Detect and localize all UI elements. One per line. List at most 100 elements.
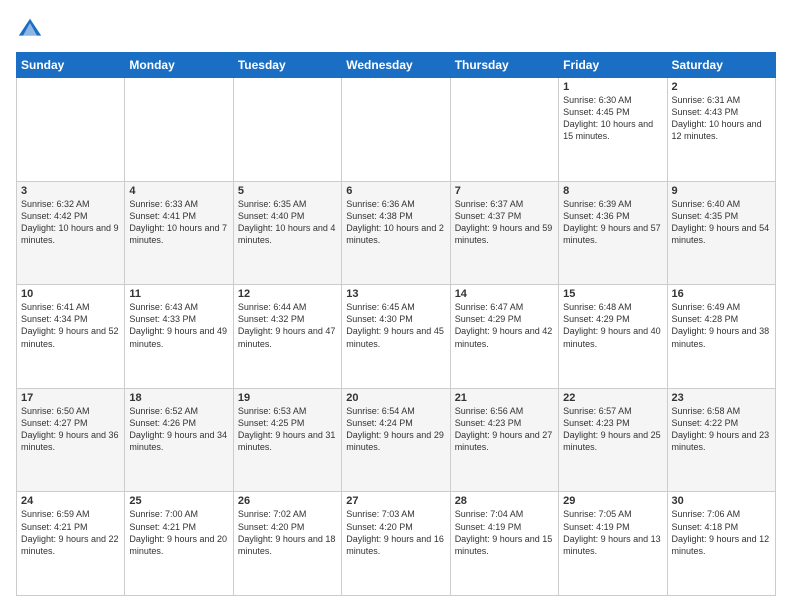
day-number: 17 [21,392,120,404]
day-info: Sunrise: 7:00 AM Sunset: 4:21 PM Dayligh… [129,508,228,557]
page: SundayMondayTuesdayWednesdayThursdayFrid… [0,0,792,612]
day-info: Sunrise: 6:36 AM Sunset: 4:38 PM Dayligh… [346,198,445,247]
day-header-tuesday: Tuesday [233,53,341,78]
day-info: Sunrise: 6:43 AM Sunset: 4:33 PM Dayligh… [129,301,228,350]
day-number: 15 [563,288,662,300]
day-number: 23 [672,392,771,404]
day-info: Sunrise: 6:45 AM Sunset: 4:30 PM Dayligh… [346,301,445,350]
day-number: 30 [672,495,771,507]
day-info: Sunrise: 6:56 AM Sunset: 4:23 PM Dayligh… [455,405,554,454]
logo-icon [16,16,44,44]
logo [16,16,48,44]
day-header-monday: Monday [125,53,233,78]
day-cell [17,78,125,182]
day-info: Sunrise: 6:47 AM Sunset: 4:29 PM Dayligh… [455,301,554,350]
day-number: 2 [672,81,771,93]
day-number: 14 [455,288,554,300]
day-info: Sunrise: 6:50 AM Sunset: 4:27 PM Dayligh… [21,405,120,454]
day-cell: 9Sunrise: 6:40 AM Sunset: 4:35 PM Daylig… [667,181,775,285]
day-info: Sunrise: 7:06 AM Sunset: 4:18 PM Dayligh… [672,508,771,557]
day-header-sunday: Sunday [17,53,125,78]
day-info: Sunrise: 7:04 AM Sunset: 4:19 PM Dayligh… [455,508,554,557]
day-cell: 26Sunrise: 7:02 AM Sunset: 4:20 PM Dayli… [233,492,341,596]
day-number: 20 [346,392,445,404]
day-cell: 16Sunrise: 6:49 AM Sunset: 4:28 PM Dayli… [667,285,775,389]
day-cell: 4Sunrise: 6:33 AM Sunset: 4:41 PM Daylig… [125,181,233,285]
day-cell [450,78,558,182]
day-header-saturday: Saturday [667,53,775,78]
day-cell: 1Sunrise: 6:30 AM Sunset: 4:45 PM Daylig… [559,78,667,182]
day-number: 27 [346,495,445,507]
day-info: Sunrise: 6:40 AM Sunset: 4:35 PM Dayligh… [672,198,771,247]
day-info: Sunrise: 6:31 AM Sunset: 4:43 PM Dayligh… [672,94,771,143]
week-row-1: 3Sunrise: 6:32 AM Sunset: 4:42 PM Daylig… [17,181,776,285]
week-row-4: 24Sunrise: 6:59 AM Sunset: 4:21 PM Dayli… [17,492,776,596]
day-number: 26 [238,495,337,507]
day-info: Sunrise: 6:54 AM Sunset: 4:24 PM Dayligh… [346,405,445,454]
day-header-wednesday: Wednesday [342,53,450,78]
day-number: 16 [672,288,771,300]
day-number: 11 [129,288,228,300]
day-info: Sunrise: 6:30 AM Sunset: 4:45 PM Dayligh… [563,94,662,143]
day-number: 3 [21,185,120,197]
day-info: Sunrise: 7:03 AM Sunset: 4:20 PM Dayligh… [346,508,445,557]
day-cell: 8Sunrise: 6:39 AM Sunset: 4:36 PM Daylig… [559,181,667,285]
day-cell: 13Sunrise: 6:45 AM Sunset: 4:30 PM Dayli… [342,285,450,389]
day-info: Sunrise: 6:53 AM Sunset: 4:25 PM Dayligh… [238,405,337,454]
day-info: Sunrise: 6:32 AM Sunset: 4:42 PM Dayligh… [21,198,120,247]
day-number: 5 [238,185,337,197]
day-cell: 19Sunrise: 6:53 AM Sunset: 4:25 PM Dayli… [233,388,341,492]
day-number: 8 [563,185,662,197]
day-header-thursday: Thursday [450,53,558,78]
week-row-2: 10Sunrise: 6:41 AM Sunset: 4:34 PM Dayli… [17,285,776,389]
day-cell [125,78,233,182]
day-info: Sunrise: 7:05 AM Sunset: 4:19 PM Dayligh… [563,508,662,557]
day-cell: 10Sunrise: 6:41 AM Sunset: 4:34 PM Dayli… [17,285,125,389]
day-cell: 21Sunrise: 6:56 AM Sunset: 4:23 PM Dayli… [450,388,558,492]
day-info: Sunrise: 6:49 AM Sunset: 4:28 PM Dayligh… [672,301,771,350]
day-info: Sunrise: 7:02 AM Sunset: 4:20 PM Dayligh… [238,508,337,557]
day-number: 9 [672,185,771,197]
day-cell: 27Sunrise: 7:03 AM Sunset: 4:20 PM Dayli… [342,492,450,596]
day-cell: 23Sunrise: 6:58 AM Sunset: 4:22 PM Dayli… [667,388,775,492]
day-info: Sunrise: 6:57 AM Sunset: 4:23 PM Dayligh… [563,405,662,454]
week-row-3: 17Sunrise: 6:50 AM Sunset: 4:27 PM Dayli… [17,388,776,492]
day-cell: 5Sunrise: 6:35 AM Sunset: 4:40 PM Daylig… [233,181,341,285]
day-info: Sunrise: 6:59 AM Sunset: 4:21 PM Dayligh… [21,508,120,557]
day-number: 18 [129,392,228,404]
day-cell: 7Sunrise: 6:37 AM Sunset: 4:37 PM Daylig… [450,181,558,285]
header [16,16,776,44]
day-info: Sunrise: 6:44 AM Sunset: 4:32 PM Dayligh… [238,301,337,350]
day-cell: 20Sunrise: 6:54 AM Sunset: 4:24 PM Dayli… [342,388,450,492]
day-info: Sunrise: 6:39 AM Sunset: 4:36 PM Dayligh… [563,198,662,247]
day-cell: 15Sunrise: 6:48 AM Sunset: 4:29 PM Dayli… [559,285,667,389]
day-info: Sunrise: 6:37 AM Sunset: 4:37 PM Dayligh… [455,198,554,247]
day-number: 28 [455,495,554,507]
week-row-0: 1Sunrise: 6:30 AM Sunset: 4:45 PM Daylig… [17,78,776,182]
day-number: 19 [238,392,337,404]
day-number: 12 [238,288,337,300]
day-info: Sunrise: 6:35 AM Sunset: 4:40 PM Dayligh… [238,198,337,247]
day-number: 13 [346,288,445,300]
day-info: Sunrise: 6:52 AM Sunset: 4:26 PM Dayligh… [129,405,228,454]
day-info: Sunrise: 6:48 AM Sunset: 4:29 PM Dayligh… [563,301,662,350]
day-number: 4 [129,185,228,197]
day-cell: 24Sunrise: 6:59 AM Sunset: 4:21 PM Dayli… [17,492,125,596]
day-cell [233,78,341,182]
day-number: 24 [21,495,120,507]
day-cell: 22Sunrise: 6:57 AM Sunset: 4:23 PM Dayli… [559,388,667,492]
day-cell [342,78,450,182]
day-number: 21 [455,392,554,404]
day-cell: 30Sunrise: 7:06 AM Sunset: 4:18 PM Dayli… [667,492,775,596]
day-cell: 3Sunrise: 6:32 AM Sunset: 4:42 PM Daylig… [17,181,125,285]
day-number: 1 [563,81,662,93]
day-cell: 17Sunrise: 6:50 AM Sunset: 4:27 PM Dayli… [17,388,125,492]
day-cell: 2Sunrise: 6:31 AM Sunset: 4:43 PM Daylig… [667,78,775,182]
day-cell: 12Sunrise: 6:44 AM Sunset: 4:32 PM Dayli… [233,285,341,389]
day-number: 29 [563,495,662,507]
day-cell: 14Sunrise: 6:47 AM Sunset: 4:29 PM Dayli… [450,285,558,389]
day-cell: 25Sunrise: 7:00 AM Sunset: 4:21 PM Dayli… [125,492,233,596]
day-number: 7 [455,185,554,197]
day-info: Sunrise: 6:33 AM Sunset: 4:41 PM Dayligh… [129,198,228,247]
day-number: 22 [563,392,662,404]
